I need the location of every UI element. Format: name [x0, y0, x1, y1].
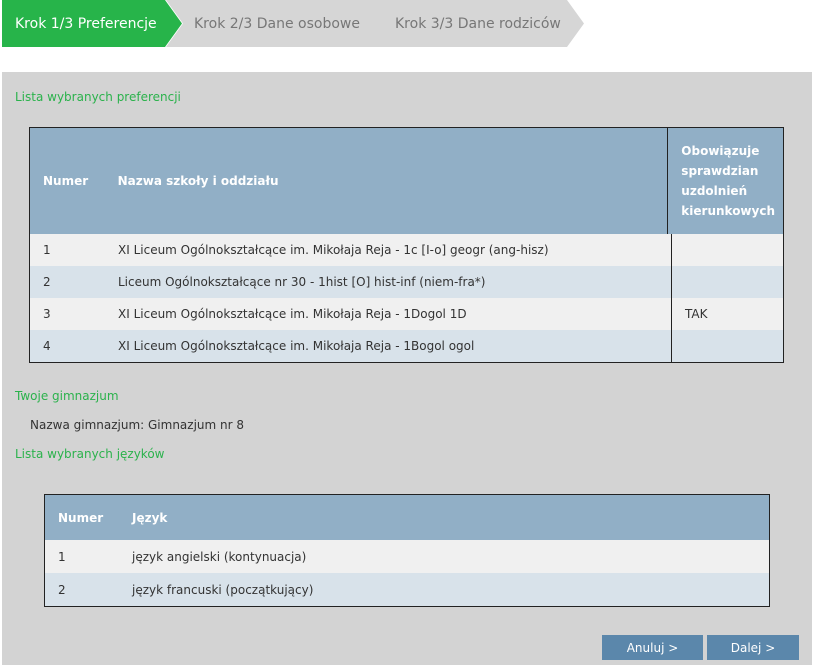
step-label: Krok 1/3 Preferencje	[15, 15, 157, 32]
header-exam-line: sprawdzian	[681, 164, 759, 178]
step-label: Krok 2/3 Dane osobowe	[194, 15, 360, 32]
header-language: Język	[132, 510, 168, 525]
table-row: 3 XI Liceum Ogólnokształcące im. Mikołaj…	[30, 298, 783, 330]
cell-number: 1	[58, 549, 66, 564]
cell-number: 3	[43, 307, 51, 321]
header-exam-line: uzdolnień	[681, 184, 748, 198]
table-row: 1 XI Liceum Ogólnokształcące im. Mikołaj…	[30, 234, 783, 266]
wizard-steps: Krok 1/3 Preferencje Krok 2/3 Dane osobo…	[2, 0, 592, 47]
gymnasium-name: Nazwa gimnazjum: Gimnazjum nr 8	[30, 418, 245, 432]
cell-exam	[671, 234, 783, 266]
cell-language: język angielski (kontynuacja)	[132, 549, 307, 564]
step-preferences[interactable]: Krok 1/3 Preferencje	[2, 0, 182, 47]
header-school-name: Nazwa szkoły i oddziału	[117, 174, 279, 188]
main-panel: Lista wybranych preferencji Numer Nazwa …	[2, 72, 812, 665]
step-label: Krok 3/3 Dane rodziców	[395, 15, 561, 32]
cell-school-name: XI Liceum Ogólnokształcące im. Mikołaja …	[118, 339, 475, 353]
languages-table-header: Numer Język	[45, 495, 769, 540]
cell-number: 2	[43, 275, 51, 289]
next-button[interactable]: Dalej >	[707, 635, 799, 660]
table-row: 2 Liceum Ogólnokształcące nr 30 - 1hist …	[30, 266, 783, 298]
cell-number: 2	[58, 582, 66, 597]
cell-school-name: XI Liceum Ogólnokształcące im. Mikołaja …	[118, 307, 467, 321]
cell-language: język francuski (początkujący)	[132, 582, 314, 597]
table-row: 4 XI Liceum Ogólnokształcące im. Mikołaj…	[30, 330, 783, 362]
table-row: 1 język angielski (kontynuacja)	[45, 540, 769, 573]
cell-exam: TAK	[671, 298, 783, 330]
preferences-table: Numer Nazwa szkoły i oddziału Obowiązuje…	[29, 127, 784, 363]
header-number: Numer	[43, 174, 89, 188]
table-row: 2 język francuski (początkujący)	[45, 573, 769, 606]
header-exam: Obowiązuje sprawdzian uzdolnień kierunko…	[667, 128, 783, 234]
cell-school-name: XI Liceum Ogólnokształcące im. Mikołaja …	[118, 243, 549, 257]
preferences-title: Lista wybranych preferencji	[15, 90, 181, 104]
cell-number: 4	[43, 339, 51, 353]
cell-exam	[671, 266, 783, 298]
step-parents-data[interactable]: Krok 3/3 Dane rodziców	[366, 0, 584, 47]
languages-title: Lista wybranych języków	[15, 447, 165, 461]
gymnasium-title: Twoje gimnazjum	[15, 389, 119, 403]
cell-number: 1	[43, 243, 51, 257]
cell-exam	[671, 330, 783, 362]
header-exam-line: Obowiązuje	[681, 144, 760, 158]
step-personal-data[interactable]: Krok 2/3 Dane osobowe	[166, 0, 384, 47]
cell-school-name: Liceum Ogólnokształcące nr 30 - 1hist [O…	[118, 275, 486, 289]
languages-table: Numer Język 1 język angielski (kontynuac…	[44, 494, 770, 607]
cancel-button[interactable]: Anuluj >	[602, 635, 703, 660]
header-exam-line: kierunkowych	[681, 204, 775, 218]
header-number: Numer	[58, 510, 104, 525]
preferences-table-header: Numer Nazwa szkoły i oddziału Obowiązuje…	[30, 128, 783, 234]
